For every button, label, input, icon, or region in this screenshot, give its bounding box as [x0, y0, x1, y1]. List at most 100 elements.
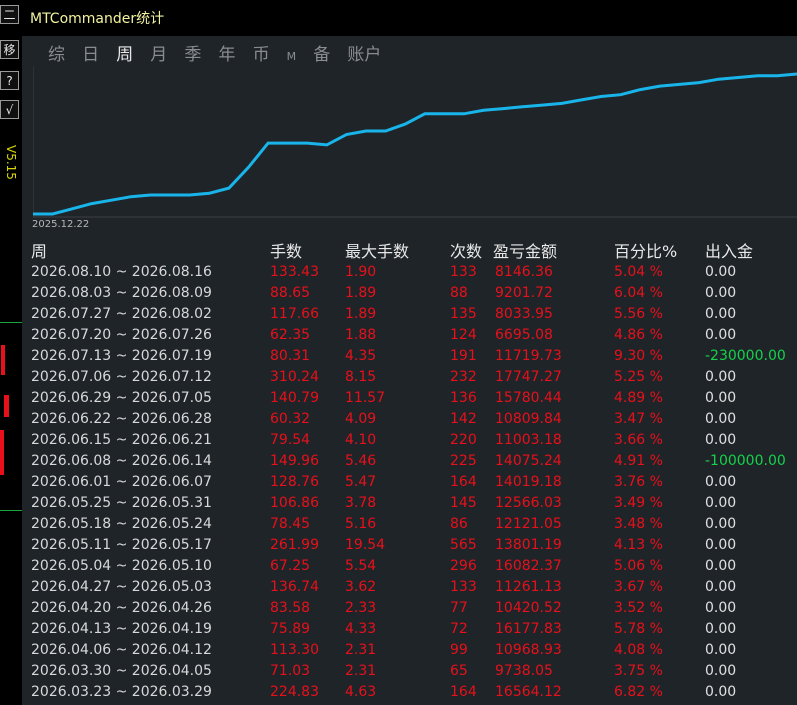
cell-week: 2026.08.03 ~ 2026.08.09: [31, 285, 212, 301]
cell-percent: 5.78 %: [614, 621, 663, 637]
cell-max-lots: 5.46: [345, 453, 377, 469]
header-lots[interactable]: 手数: [270, 238, 302, 261]
tab-year[interactable]: 年: [218, 40, 235, 65]
cell-week: 2026.07.13 ~ 2026.07.19: [31, 348, 212, 364]
title-bar[interactable]: MTCommander统计: [22, 0, 797, 36]
cell-pnl: 13801.19: [495, 537, 562, 553]
cell-lots: 128.76: [270, 474, 319, 490]
tab-week[interactable]: 周: [116, 40, 133, 65]
tab-summary[interactable]: 综: [48, 40, 65, 65]
cell-week: 2026.04.13 ~ 2026.04.19: [31, 621, 212, 637]
toolbar-button-confirm[interactable]: √: [0, 100, 19, 119]
cell-inout: 0.00: [705, 285, 737, 301]
cell-count: 164: [450, 684, 477, 700]
cell-percent: 3.47 %: [614, 411, 663, 427]
cell-lots: 67.25: [270, 558, 311, 574]
cell-max-lots: 4.35: [345, 348, 377, 364]
cell-inout: 0.00: [705, 264, 737, 280]
cell-pnl: 12566.03: [495, 495, 562, 511]
cell-inout: 0.00: [705, 663, 737, 679]
cell-count: 133: [450, 264, 477, 280]
table-row[interactable]: 2026.08.03 ~ 2026.08.09 88.65 1.89 88 9201.7…: [22, 283, 797, 304]
table-row[interactable]: 2026.05.25 ~ 2026.05.31 106.86 3.78 145 1256…: [22, 493, 797, 514]
header-count[interactable]: 次数: [450, 238, 482, 261]
table-row[interactable]: 2026.03.30 ~ 2026.04.05 71.03 2.31 65 9738.0…: [22, 661, 797, 682]
header-week[interactable]: 周: [31, 238, 47, 261]
cell-count: 191: [450, 348, 477, 364]
toolbar-button-move[interactable]: 移: [0, 40, 19, 59]
cell-lots: 149.96: [270, 453, 319, 469]
tab-backup[interactable]: 备: [313, 40, 330, 65]
stats-panel: MTCommander统计 综 日 周 月 季 年 币 M 备 账户 2025.…: [22, 0, 797, 705]
table-row[interactable]: 2026.06.08 ~ 2026.06.14 149.96 5.46 225 1407…: [22, 451, 797, 472]
table-row[interactable]: 2026.07.20 ~ 2026.07.26 62.35 1.88 124 6695.…: [22, 325, 797, 346]
cell-lots: 75.89: [270, 621, 311, 637]
cell-lots: 261.99: [270, 537, 319, 553]
cell-max-lots: 4.33: [345, 621, 377, 637]
table-row[interactable]: 2026.07.13 ~ 2026.07.19 80.31 4.35 191 11719…: [22, 346, 797, 367]
cell-inout: 0.00: [705, 558, 737, 574]
cell-pnl: 16564.12: [495, 684, 562, 700]
cell-percent: 5.04 %: [614, 264, 663, 280]
cell-pnl: 10968.93: [495, 642, 562, 658]
cell-pnl: 11003.18: [495, 432, 562, 448]
cell-percent: 6.04 %: [614, 285, 663, 301]
cell-pnl: 8033.95: [495, 306, 553, 322]
cell-max-lots: 19.54: [345, 537, 386, 553]
cell-inout: 0.00: [705, 600, 737, 616]
header-inout[interactable]: 出入金: [705, 238, 753, 261]
cell-percent: 9.30 %: [614, 348, 663, 364]
tab-currency[interactable]: 币: [253, 40, 270, 65]
table-row[interactable]: 2026.04.27 ~ 2026.05.03 136.74 3.62 133 1126…: [22, 577, 797, 598]
table-row[interactable]: 2026.06.22 ~ 2026.06.28 60.32 4.09 142 10809…: [22, 409, 797, 430]
cell-count: 565: [450, 537, 477, 553]
table-row[interactable]: 2026.07.27 ~ 2026.08.02 117.66 1.89 135 8033…: [22, 304, 797, 325]
cell-count: 86: [450, 516, 468, 532]
header-pnl[interactable]: 盈亏金额: [493, 238, 557, 261]
header-max-lots[interactable]: 最大手数: [345, 238, 409, 261]
cell-pnl: 11261.13: [495, 579, 562, 595]
table-row[interactable]: 2026.05.04 ~ 2026.05.10 67.25 5.54 296 16082…: [22, 556, 797, 577]
cell-count: 124: [450, 327, 477, 343]
cell-week: 2026.06.08 ~ 2026.06.14: [31, 453, 212, 469]
cell-percent: 4.86 %: [614, 327, 663, 343]
cell-lots: 62.35: [270, 327, 311, 343]
table-row[interactable]: 2026.06.29 ~ 2026.07.05 140.79 11.57 136 157…: [22, 388, 797, 409]
tab-day[interactable]: 日: [82, 40, 99, 65]
cell-max-lots: 1.89: [345, 306, 377, 322]
table-row[interactable]: 2026.05.11 ~ 2026.05.17 261.99 19.54 565 138…: [22, 535, 797, 556]
tab-account[interactable]: 账户: [347, 40, 381, 65]
table-row[interactable]: 2026.06.15 ~ 2026.06.21 79.54 4.10 220 11003…: [22, 430, 797, 451]
table-row[interactable]: 2026.03.23 ~ 2026.03.29 224.83 4.63 164 1656…: [22, 682, 797, 703]
table-row[interactable]: 2026.07.06 ~ 2026.07.12 310.24 8.15 232 1774…: [22, 367, 797, 388]
toolbar-button-minimize[interactable]: 二: [0, 5, 19, 24]
cell-max-lots: 3.78: [345, 495, 377, 511]
cell-percent: 4.89 %: [614, 390, 663, 406]
table-row[interactable]: 2026.04.13 ~ 2026.04.19 75.89 4.33 72 16177.…: [22, 619, 797, 640]
cell-inout: 0.00: [705, 327, 737, 343]
tab-month[interactable]: 月: [150, 40, 167, 65]
cell-count: 164: [450, 474, 477, 490]
header-percent[interactable]: 百分比%: [614, 238, 677, 261]
cell-lots: 310.24: [270, 369, 319, 385]
cell-inout: 0.00: [705, 579, 737, 595]
indicator-line: [0, 322, 22, 323]
table-row[interactable]: 2026.06.01 ~ 2026.06.07 128.76 5.47 164 1401…: [22, 472, 797, 493]
cell-max-lots: 2.33: [345, 600, 377, 616]
cell-inout: 0.00: [705, 306, 737, 322]
cell-percent: 3.52 %: [614, 600, 663, 616]
table-row[interactable]: 2026.04.20 ~ 2026.04.26 83.58 2.33 77 10420.…: [22, 598, 797, 619]
tab-m[interactable]: M: [287, 50, 297, 63]
cell-count: 133: [450, 579, 477, 595]
cell-percent: 3.67 %: [614, 579, 663, 595]
tab-quarter[interactable]: 季: [184, 40, 201, 65]
cell-percent: 4.91 %: [614, 453, 663, 469]
cell-lots: 80.31: [270, 348, 311, 364]
table-row[interactable]: 2026.05.18 ~ 2026.05.24 78.45 5.16 86 12121.…: [22, 514, 797, 535]
cell-lots: 136.74: [270, 579, 319, 595]
cell-count: 220: [450, 432, 477, 448]
cell-pnl: 14019.18: [495, 474, 562, 490]
toolbar-button-help[interactable]: ?: [0, 71, 19, 90]
table-row[interactable]: 2026.04.06 ~ 2026.04.12 113.30 2.31 99 10968…: [22, 640, 797, 661]
table-row[interactable]: 2026.08.10 ~ 2026.08.16 133.43 1.90 133 8146…: [22, 262, 797, 283]
